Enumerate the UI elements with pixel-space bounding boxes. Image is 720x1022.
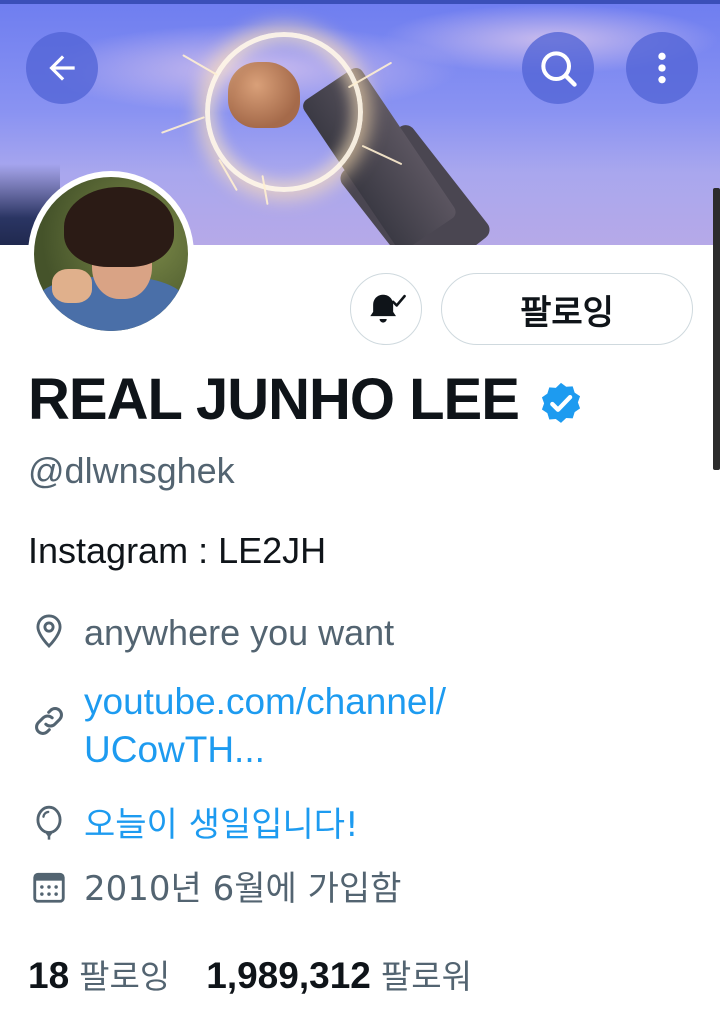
location-text: anywhere you want — [84, 612, 395, 653]
more-vertical-icon — [658, 52, 666, 84]
joined-date-text: 2010년 6월에 가입함 — [84, 869, 402, 909]
banner-sparkler-ring — [205, 32, 363, 192]
notifications-button[interactable] — [350, 273, 422, 345]
search-icon — [541, 51, 577, 87]
more-options-button[interactable] — [626, 32, 698, 104]
birthday-text: 오늘이 생일입니다! — [84, 805, 359, 845]
arrow-left-icon — [49, 55, 75, 81]
avatar-hair — [64, 187, 174, 267]
banner-spark — [161, 116, 205, 134]
following-button[interactable]: 팔로잉 — [441, 273, 693, 345]
avatar-hand — [52, 269, 92, 303]
website-link-line2[interactable]: UCowTH... — [84, 726, 446, 774]
following-stat[interactable]: 18 팔로잉 — [28, 950, 170, 998]
avatar-photo — [34, 177, 188, 331]
followers-count: 1,989,312 — [206, 955, 371, 996]
search-button[interactable] — [522, 32, 594, 104]
followers-stat[interactable]: 1,989,312 팔로워 — [206, 950, 472, 998]
birthday-row: 오늘이 생일입니다! — [28, 802, 359, 848]
user-handle: @dlwnsghek — [28, 450, 235, 491]
website-link[interactable]: youtube.com/channel/ UCowTH... — [84, 678, 446, 774]
avatar[interactable] — [28, 171, 194, 337]
name-row: REAL JUNHO LEE — [28, 366, 587, 433]
scrollbar-thumb[interactable] — [713, 188, 720, 470]
following-label: 팔로잉 — [79, 957, 171, 996]
joined-row: 2010년 6월에 가입함 — [28, 866, 401, 912]
following-count: 18 — [28, 955, 70, 996]
verified-badge-icon[interactable] — [535, 377, 587, 429]
back-button[interactable] — [26, 32, 98, 104]
calendar-icon — [28, 866, 70, 908]
followers-label: 팔로워 — [380, 957, 472, 996]
link-icon — [28, 700, 70, 742]
website-link-line1[interactable]: youtube.com/channel/ — [84, 678, 446, 726]
website-row: youtube.com/channel/ UCowTH... — [28, 678, 446, 774]
bio-text: Instagram : LE2JH — [28, 530, 327, 571]
balloon-icon — [28, 802, 70, 844]
display-name: REAL JUNHO LEE — [28, 367, 520, 432]
location-row: anywhere you want — [28, 610, 394, 656]
follow-stats: 18 팔로잉 1,989,312 팔로워 — [28, 950, 472, 998]
bell-check-icon — [370, 294, 406, 323]
location-pin-icon — [28, 610, 70, 652]
